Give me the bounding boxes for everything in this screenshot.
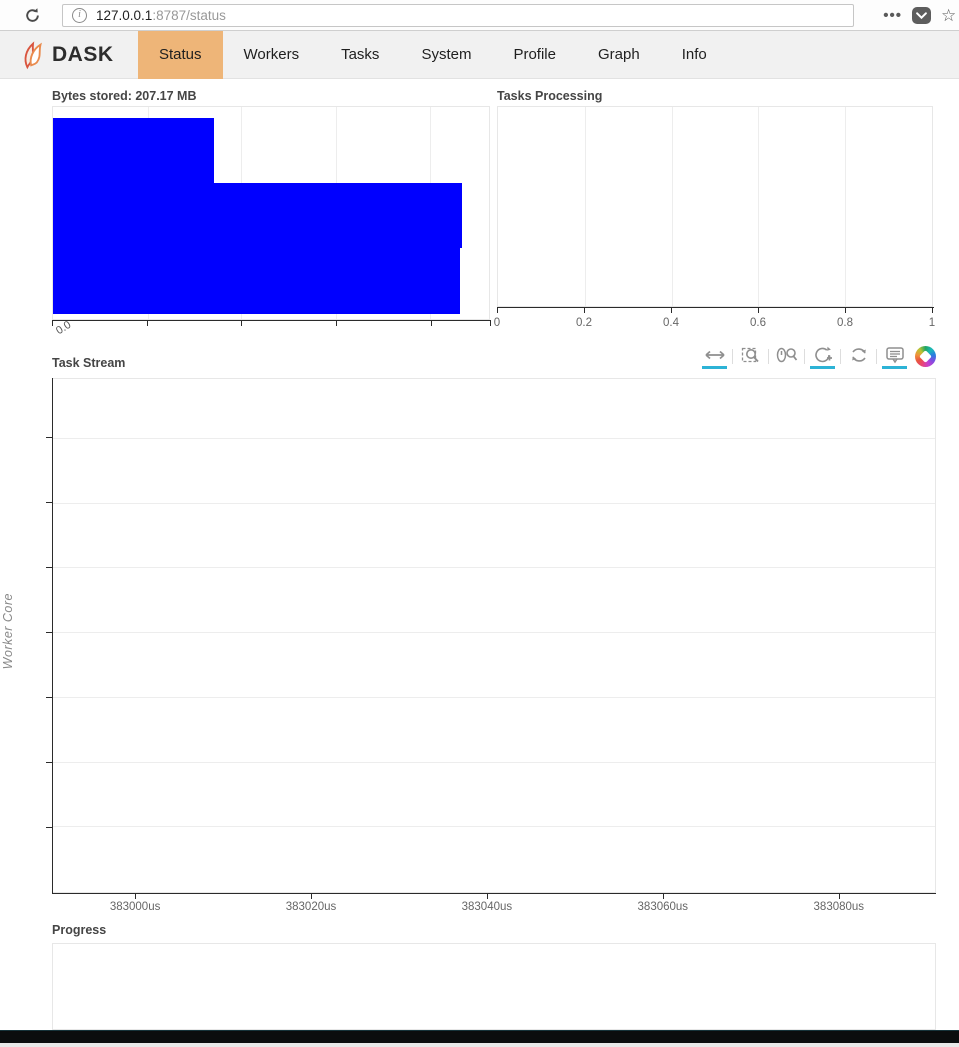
bytes-x-tick xyxy=(490,320,491,326)
task-stream-x-axis xyxy=(52,893,936,894)
task-stream-title: Task Stream xyxy=(52,356,125,370)
bytes-stored-title: Bytes stored: 207.17 MB xyxy=(52,89,197,103)
overflow-menu-icon[interactable]: ••• xyxy=(883,7,902,24)
url-text: 127.0.0.1:8787/status xyxy=(96,8,226,23)
reset-icon[interactable] xyxy=(846,344,871,369)
toolbar-separator xyxy=(768,349,769,364)
wheel-zoom-icon[interactable] xyxy=(774,344,799,369)
tasks-x-tick xyxy=(845,307,846,313)
toolbar-separator xyxy=(840,349,841,364)
progress-plot[interactable] xyxy=(52,943,936,1030)
tab-status[interactable]: Status xyxy=(138,31,223,79)
bottom-black-bar xyxy=(0,1030,959,1043)
stream-gridline xyxy=(53,567,935,568)
stream-y-tick xyxy=(46,827,52,828)
tasks-gridline xyxy=(845,107,846,306)
tasks-x-tick xyxy=(584,307,585,313)
stream-y-tick xyxy=(46,567,52,568)
progress-title: Progress xyxy=(52,923,106,937)
toolbar-separator xyxy=(876,349,877,364)
task-stream-y-axis xyxy=(52,378,53,894)
wheel-zoom-x-icon[interactable] xyxy=(810,344,835,369)
bytes-stored-x-axis xyxy=(52,320,491,321)
stream-gridline xyxy=(53,632,935,633)
stream-x-tick xyxy=(663,893,664,899)
tab-profile[interactable]: Profile xyxy=(492,31,577,79)
stream-y-tick xyxy=(46,502,52,503)
stream-gridline xyxy=(53,826,935,827)
bytes-x-tick xyxy=(431,320,432,326)
bytes-worker-bar xyxy=(53,183,462,248)
tasks-x-tick xyxy=(932,307,933,313)
tasks-x-tick xyxy=(671,307,672,313)
stream-gridline xyxy=(53,697,935,698)
tab-tasks[interactable]: Tasks xyxy=(320,31,400,79)
stream-x-tick-label: 383020us xyxy=(286,901,337,913)
stream-x-tick xyxy=(487,893,488,899)
dask-brand-text: DASK xyxy=(52,43,114,67)
pocket-icon[interactable] xyxy=(912,7,931,24)
box-zoom-icon[interactable] xyxy=(738,344,763,369)
tasks-x-tick-label: 0.8 xyxy=(837,317,853,329)
tab-info[interactable]: Info xyxy=(661,31,728,79)
page-info-icon[interactable]: i xyxy=(72,8,87,23)
bytes-x-tick xyxy=(52,320,53,326)
tab-system[interactable]: System xyxy=(400,31,492,79)
toolbar-separator xyxy=(804,349,805,364)
tasks-processing-x-axis xyxy=(497,307,934,308)
stream-x-tick xyxy=(135,893,136,899)
tasks-x-tick-label: 0.4 xyxy=(663,317,679,329)
browser-toolbar: i 127.0.0.1:8787/status ••• ☆ xyxy=(0,0,959,31)
toolbar-separator xyxy=(732,349,733,364)
tab-graph[interactable]: Graph xyxy=(577,31,661,79)
dask-logo-icon xyxy=(18,39,48,71)
stream-y-tick xyxy=(46,437,52,438)
bytes-stored-plot[interactable] xyxy=(52,106,490,320)
stream-x-tick xyxy=(311,893,312,899)
stream-gridline xyxy=(53,503,935,504)
bytes-x-tick xyxy=(241,320,242,326)
bookmark-star-icon[interactable]: ☆ xyxy=(941,6,957,26)
stream-x-tick-label: 383000us xyxy=(110,901,161,913)
dask-dashboard-page: i 127.0.0.1:8787/status ••• ☆ DASK Statu… xyxy=(0,0,959,1047)
bokeh-toolbar xyxy=(702,344,936,374)
tasks-x-tick-label: 0.2 xyxy=(576,317,592,329)
task-stream-y-axis-label: Worker Core xyxy=(1,593,15,669)
tasks-gridline xyxy=(585,107,586,306)
bytes-stored-x-tick-label: 0.0 xyxy=(54,319,73,337)
tasks-x-tick-label: 0 xyxy=(494,317,500,329)
tasks-x-tick-label: 1 xyxy=(929,317,935,329)
bokeh-logo-icon[interactable] xyxy=(915,346,936,367)
bytes-worker-bar xyxy=(53,118,214,183)
hover-icon[interactable] xyxy=(882,344,907,369)
tab-workers[interactable]: Workers xyxy=(223,31,321,79)
tasks-processing-title: Tasks Processing xyxy=(497,89,602,103)
stream-y-tick xyxy=(46,632,52,633)
reload-icon[interactable] xyxy=(20,3,44,27)
tasks-x-tick xyxy=(758,307,759,313)
bottom-light-strip xyxy=(0,1043,959,1047)
bytes-x-tick xyxy=(336,320,337,326)
dask-brand[interactable]: DASK xyxy=(18,31,114,79)
task-stream-plot[interactable] xyxy=(52,378,936,893)
stream-x-tick-label: 383060us xyxy=(638,901,689,913)
stream-y-tick xyxy=(46,697,52,698)
stream-x-tick-label: 383080us xyxy=(814,901,865,913)
tasks-x-tick xyxy=(497,307,498,313)
stream-x-tick xyxy=(839,893,840,899)
bytes-x-tick xyxy=(147,320,148,326)
stream-gridline xyxy=(53,438,935,439)
bytes-worker-bar xyxy=(53,248,460,314)
tasks-gridline xyxy=(758,107,759,306)
tasks-processing-plot[interactable] xyxy=(497,106,933,307)
stream-y-tick xyxy=(46,762,52,763)
nav-tabs: StatusWorkersTasksSystemProfileGraphInfo xyxy=(138,31,728,79)
pan-icon[interactable] xyxy=(702,344,727,369)
stream-gridline xyxy=(53,762,935,763)
dask-navbar: DASK StatusWorkersTasksSystemProfileGrap… xyxy=(0,31,959,79)
stream-x-tick-label: 383040us xyxy=(462,901,513,913)
tasks-x-tick-label: 0.6 xyxy=(750,317,766,329)
address-bar[interactable]: i 127.0.0.1:8787/status xyxy=(62,4,854,27)
tasks-gridline xyxy=(672,107,673,306)
